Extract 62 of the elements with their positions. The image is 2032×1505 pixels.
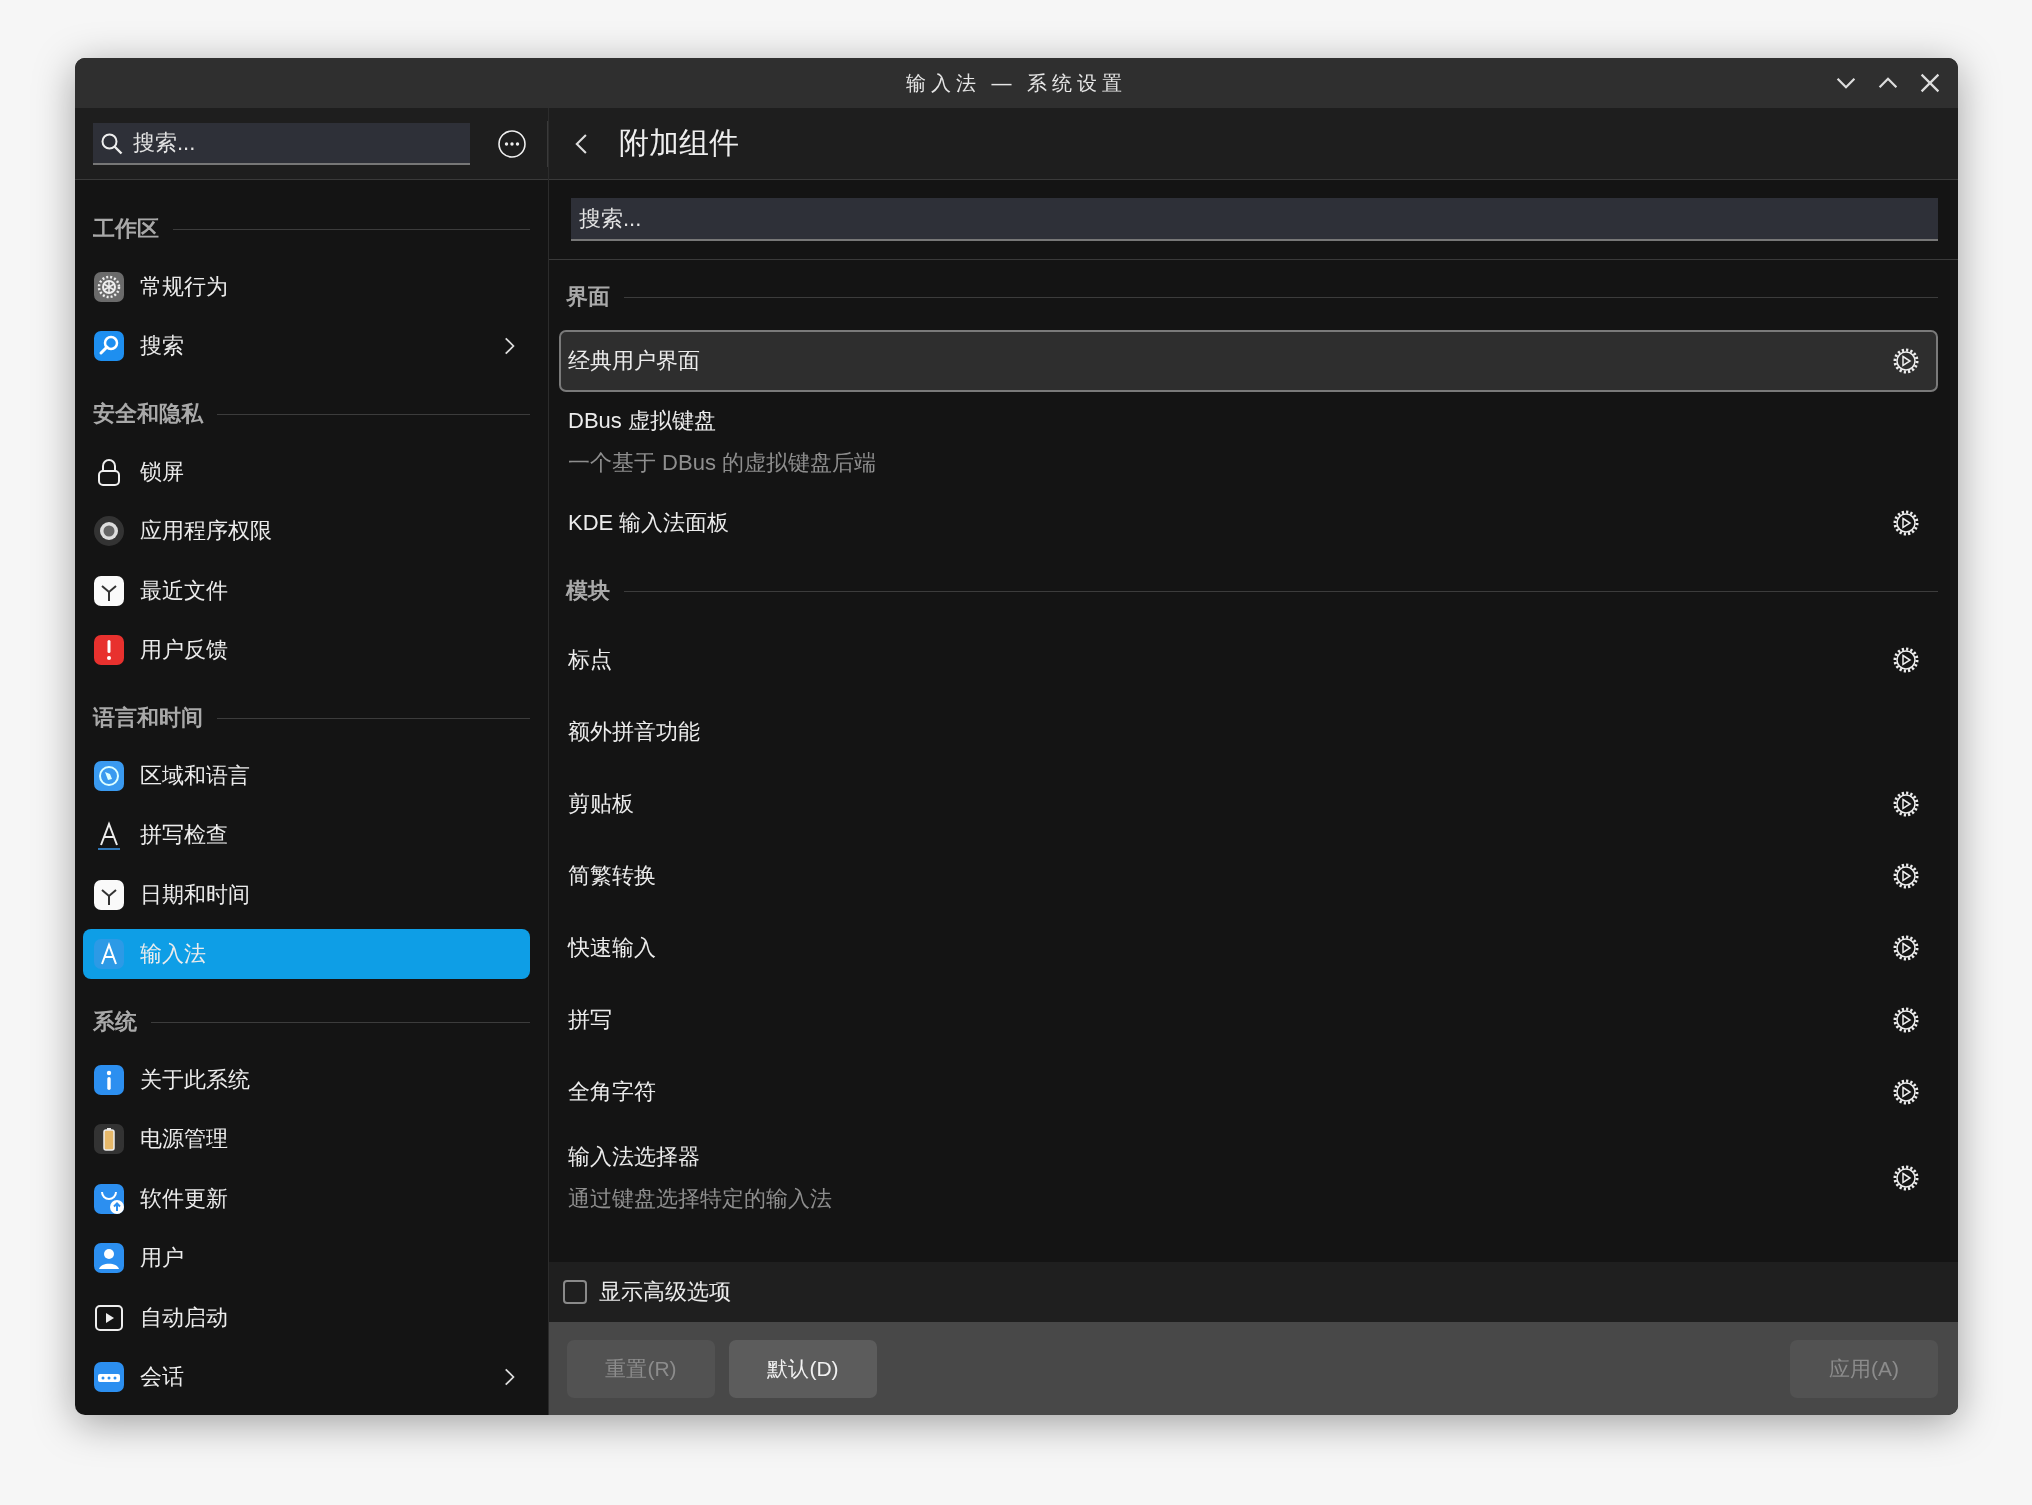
dial-icon (93, 515, 125, 548)
sidebar-item[interactable]: 自动启动 (83, 1288, 530, 1348)
info-icon (93, 1063, 125, 1096)
gear-icon (93, 270, 125, 303)
user-icon (93, 1242, 125, 1275)
battery-icon (93, 1123, 125, 1156)
window-title: 输入法 — 系统设置 (905, 70, 1128, 96)
gear-icon[interactable] (1892, 509, 1920, 537)
sidebar-item[interactable]: 日期和时间 (83, 865, 530, 925)
search-field[interactable]: 搜索... (93, 122, 470, 165)
addon-row[interactable]: 标点 (559, 624, 1938, 696)
section-heading: 系统 (93, 1008, 137, 1036)
sidebar-item[interactable]: 电源管理 (83, 1109, 530, 1169)
addon-row[interactable]: 剪贴板 (559, 768, 1938, 840)
sidebar-item[interactable]: 应用程序权限 (83, 501, 530, 561)
gear-icon[interactable] (1892, 862, 1920, 890)
sidebar-item[interactable]: 搜索 (83, 316, 530, 376)
bag-icon (93, 1182, 125, 1215)
sidebar-item[interactable]: 最近文件 (83, 561, 530, 621)
addon-row[interactable]: DBus 虚拟键盘 一个基于 DBus 的虚拟键盘后端 (559, 392, 1938, 492)
search-icon (93, 330, 125, 363)
sidebar-item[interactable]: 软件更新 (83, 1169, 530, 1229)
addon-row[interactable]: KDE 输入法面板 (559, 492, 1938, 554)
gear-icon[interactable] (1892, 1164, 1920, 1192)
sidebar-item[interactable]: 会话 (83, 1347, 530, 1407)
clock-icon (93, 574, 125, 607)
addon-row[interactable]: 额外拼音功能 (559, 696, 1938, 768)
gear-icon[interactable] (1892, 646, 1920, 674)
checkbox[interactable] (563, 1280, 587, 1304)
sidebar-item[interactable]: 拼写检查 (83, 805, 530, 865)
letter-icon (93, 938, 125, 971)
sidebar-item[interactable]: 关于此系统 (83, 1050, 530, 1110)
gear-icon[interactable] (1892, 934, 1920, 962)
addon-row[interactable]: 全角字符 (559, 1056, 1938, 1128)
section-heading: 模块 (566, 577, 610, 605)
clock-icon (93, 878, 125, 911)
sidebar-item[interactable]: 区域和语言 (83, 746, 530, 806)
sidebar-item[interactable]: 用户反馈 (83, 620, 530, 680)
more-icon[interactable] (497, 128, 527, 159)
gear-icon[interactable] (1892, 1078, 1920, 1106)
sidebar-item[interactable]: 常规行为 (83, 257, 530, 317)
addon-row[interactable]: 拼写 (559, 984, 1938, 1056)
action-button[interactable]: 默认(D) (729, 1339, 877, 1398)
globe-icon (93, 759, 125, 792)
search-field[interactable]: 搜索... (571, 198, 1938, 241)
sidebar-item[interactable]: 锁屏 (83, 442, 530, 502)
addon-row[interactable]: 快速输入 (559, 912, 1938, 984)
addon-row[interactable]: 简繁转换 (559, 840, 1938, 912)
section-heading: 工作区 (93, 215, 159, 243)
checkbox-label: 显示高级选项 (599, 1278, 731, 1306)
gear-icon[interactable] (1892, 1006, 1920, 1034)
chat-icon (93, 1361, 125, 1394)
section-heading: 安全和隐私 (93, 400, 203, 428)
sidebar-item[interactable]: 用户 (83, 1228, 530, 1288)
exclamation-icon (93, 634, 125, 667)
gear-icon[interactable] (1892, 347, 1920, 375)
addon-row[interactable]: 输入法选择器 通过键盘选择特定的输入法 (559, 1128, 1938, 1228)
gear-icon[interactable] (1892, 790, 1920, 818)
addon-row[interactable]: 经典用户界面 (559, 330, 1938, 392)
section-heading: 界面 (566, 283, 610, 311)
page-title: 附加组件 (619, 125, 739, 161)
section-heading: 语言和时间 (93, 704, 203, 732)
